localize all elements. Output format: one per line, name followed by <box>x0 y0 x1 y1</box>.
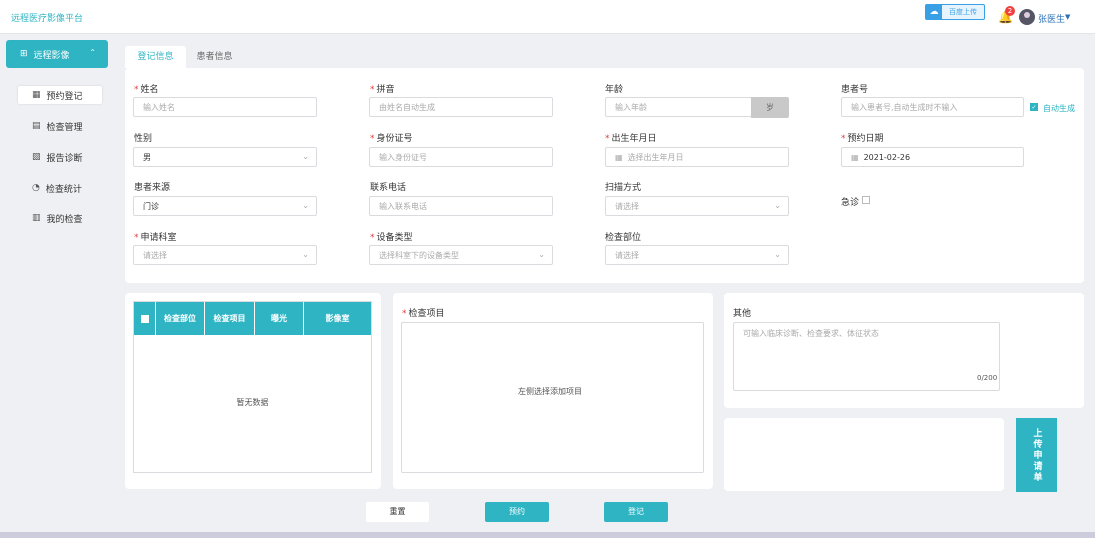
exam-items-label: * 检查项目 <box>402 309 445 319</box>
birth-date-input[interactable]: ▦ 选择出生年月日 <box>605 147 789 167</box>
birth-label: * 出生年月日 <box>605 134 657 144</box>
user-name[interactable]: 张医生 <box>1038 12 1065 25</box>
chevron-down-icon[interactable]: ▼ <box>1065 13 1070 21</box>
scan-select[interactable]: 请选择 ⌄ <box>605 196 789 216</box>
avatar[interactable] <box>1019 9 1035 25</box>
sidebar-item-label: 检查统计 <box>45 184 82 195</box>
table-header: 检查部位 检查项目 曝光 影像室 <box>134 302 371 335</box>
device-select[interactable]: 选择科室下的设备类型 ⌄ <box>369 245 553 265</box>
appointment-date-input[interactable]: ▦ 2021-02-26 <box>841 147 1024 167</box>
calendar-icon: ▦ <box>32 90 41 100</box>
department-label: * 申请科室 <box>134 233 177 243</box>
chevron-down-icon: ⌄ <box>538 250 545 259</box>
calendar-icon: ▦ <box>851 152 859 162</box>
sidebar-item-report-diagnosis[interactable]: ▧ 报告诊断 <box>18 148 102 166</box>
grid-icon: ⊞ <box>20 49 28 59</box>
chevron-down-icon: ⌄ <box>302 250 309 259</box>
pinyin-input[interactable]: 由姓名自动生成 <box>369 97 553 117</box>
exam-items-hint: 左侧选择添加项目 <box>518 387 582 396</box>
other-textarea[interactable]: 可输入临床诊断、检查要求、体征状态 <box>733 322 1000 391</box>
urgent-label: 急诊 <box>841 198 860 208</box>
clipboard-icon: ▥ <box>32 213 41 223</box>
sidebar-item-label: 检查管理 <box>46 122 83 133</box>
sidebar-item-label: 我的检查 <box>46 214 83 225</box>
reset-button[interactable]: 重置 <box>366 502 429 522</box>
id-card-input[interactable]: 输入身份证号 <box>369 147 553 167</box>
calendar-icon: ▦ <box>615 152 623 162</box>
patient-no-label: 患者号 <box>841 85 869 95</box>
name-input[interactable]: 输入姓名 <box>133 97 317 117</box>
chevron-down-icon: ⌄ <box>774 250 781 259</box>
body-part-select[interactable]: 请选择 ⌄ <box>605 245 789 265</box>
chevron-up-icon: ⌃ <box>89 48 96 57</box>
baidu-upload-button[interactable]: ☁ 百度上传 <box>925 4 985 20</box>
cloud-icon: ☁ <box>926 5 942 19</box>
gender-label: 性别 <box>134 134 153 144</box>
phone-label: 联系电话 <box>370 183 407 193</box>
column-header: 影像室 <box>325 314 350 323</box>
pie-chart-icon: ◔ <box>32 183 40 193</box>
attachment-panel <box>724 418 1004 491</box>
department-select[interactable]: 请选择 ⌄ <box>133 245 317 265</box>
sidebar-item-label: 预约登记 <box>46 91 83 102</box>
upload-label: 百度上传 <box>949 8 977 16</box>
tab-registration-info[interactable]: 登记信息 <box>125 46 186 68</box>
source-label: 患者来源 <box>134 183 171 193</box>
appointment-label: * 预约日期 <box>841 134 884 144</box>
name-label: * 姓名 <box>134 85 159 95</box>
tab-patient-info[interactable]: 患者信息 <box>186 46 243 68</box>
id-card-label: * 身份证号 <box>370 134 413 144</box>
exam-table: 检查部位 检查项目 曝光 影像室 暂无数据 <box>133 301 372 473</box>
sidebar-item-label: 报告诊断 <box>46 153 83 164</box>
select-all-cell[interactable] <box>134 302 156 335</box>
chevron-down-icon: ⌄ <box>774 201 781 210</box>
chevron-down-icon: ⌄ <box>302 152 309 161</box>
scan-label: 扫描方式 <box>605 183 642 193</box>
sidebar-item-booking[interactable]: ▦ 预约登记 <box>18 86 102 104</box>
sidebar-item-exam-management[interactable]: ▤ 检查管理 <box>18 117 102 135</box>
app-title: 远程医疗影像平台 <box>11 14 84 24</box>
age-input[interactable]: 输入年龄 <box>605 97 752 117</box>
urgent-checkbox[interactable] <box>862 196 870 204</box>
table-empty-text: 暂无数据 <box>236 398 269 407</box>
device-label: * 设备类型 <box>370 233 413 243</box>
age-label: 年龄 <box>605 85 624 95</box>
column-header: 检查部位 <box>156 302 205 335</box>
document-settings-icon: ▤ <box>32 121 41 131</box>
char-counter: 0/200 <box>977 374 998 382</box>
other-label: 其他 <box>733 309 752 319</box>
phone-input[interactable]: 输入联系电话 <box>369 196 553 216</box>
select-all-checkbox[interactable] <box>140 314 149 323</box>
body-part-label: 检查部位 <box>605 233 642 243</box>
upload-application-label: 上传申请单 <box>1031 427 1042 483</box>
sidebar-main-remote-imaging[interactable]: ⊞ 远程影像 ⌃ <box>6 40 108 68</box>
patient-no-input[interactable]: 输入患者号,自动生成时不输入 <box>841 97 1024 117</box>
notification-badge: 2 <box>1005 6 1015 16</box>
exam-items-box[interactable]: 左侧选择添加项目 <box>401 322 704 473</box>
sidebar-main-label: 远程影像 <box>33 50 70 61</box>
register-button[interactable]: 登记 <box>604 502 668 522</box>
auto-generate-checkbox[interactable]: ✓ <box>1030 103 1038 111</box>
gender-select[interactable]: 男 ⌄ <box>133 147 317 167</box>
pinyin-label: * 拼音 <box>370 85 395 95</box>
column-header: 检查项目 <box>205 302 255 335</box>
sidebar-item-my-exams[interactable]: ▥ 我的检查 <box>18 209 102 227</box>
sidebar-item-exam-statistics[interactable]: ◔ 检查统计 <box>18 179 102 197</box>
chevron-down-icon: ⌄ <box>302 201 309 210</box>
auto-generate-label: 自动生成 <box>1043 104 1075 113</box>
report-icon: ▧ <box>32 152 41 162</box>
upload-application-button[interactable]: 上传申请单 <box>1016 418 1057 492</box>
top-bar: 远程医疗影像平台 ☁ 百度上传 🔔 2 张医生 ▼ <box>0 0 1095 34</box>
taskbar-strip <box>0 532 1095 538</box>
column-header: 曝光 <box>255 302 304 335</box>
age-unit: 岁 <box>751 97 789 118</box>
source-select[interactable]: 门诊 ⌄ <box>133 196 317 216</box>
book-button[interactable]: 预约 <box>485 502 549 522</box>
